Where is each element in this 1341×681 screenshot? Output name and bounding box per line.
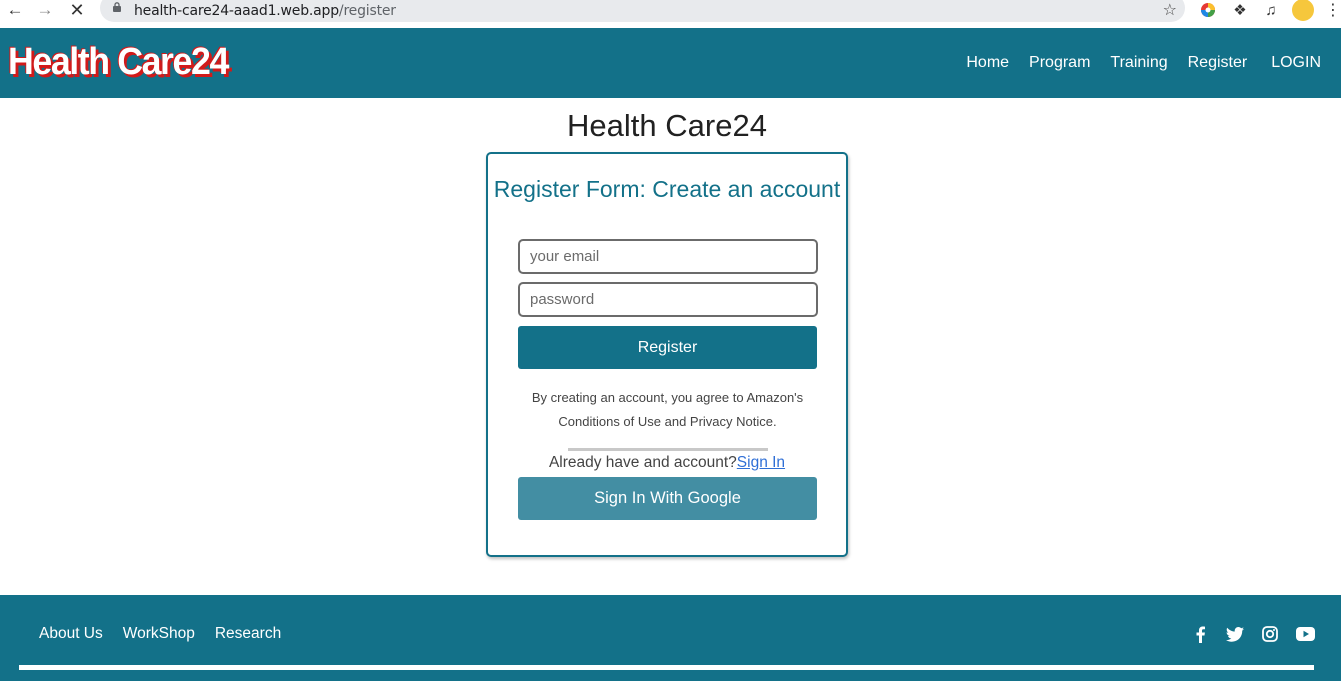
social-links <box>1176 623 1316 645</box>
youtube-icon[interactable] <box>1294 623 1316 645</box>
back-arrow-icon[interactable]: ← <box>5 0 25 20</box>
facebook-icon[interactable] <box>1189 623 1211 645</box>
url-text: health-care24-aaad1.web.app/register <box>134 3 396 19</box>
bookmark-star-icon[interactable]: ☆ <box>1163 0 1177 20</box>
register-button[interactable]: Register <box>518 326 817 369</box>
nav-program[interactable]: Program <box>1029 54 1090 72</box>
footer-link-workshop[interactable]: WorkShop <box>123 625 195 643</box>
form-title: Register Form: Create an account <box>493 176 841 202</box>
lock-icon <box>113 2 121 12</box>
nav-home[interactable]: Home <box>966 54 1009 72</box>
main-nav: Home Program Training Register LOGIN <box>946 28 1321 98</box>
password-field[interactable] <box>518 282 818 317</box>
site-header: Health Care24 Home Program Training Regi… <box>0 28 1341 98</box>
site-logo[interactable]: Health Care24 <box>8 41 229 84</box>
media-control-icon[interactable]: ♫ <box>1262 0 1280 20</box>
color-wheel-extension-icon[interactable] <box>1199 0 1217 20</box>
address-bar[interactable]: health-care24-aaad1.web.app/register ☆ <box>100 0 1185 22</box>
register-form-card: Register Form: Create an account Registe… <box>486 152 848 557</box>
nav-login[interactable]: LOGIN <box>1271 54 1321 72</box>
page-title: Health Care24 <box>567 108 767 143</box>
footer-link-research[interactable]: Research <box>215 625 281 643</box>
twitter-icon[interactable] <box>1224 623 1246 645</box>
footer-links: About Us WorkShop Research <box>39 625 301 643</box>
browser-toolbar: ← → ✕ health-care24-aaad1.web.app/regist… <box>0 0 1341 28</box>
stop-loading-icon[interactable]: ✕ <box>67 0 87 20</box>
already-text: Already have and account? <box>548 454 737 471</box>
forward-arrow-icon[interactable]: → <box>35 0 55 20</box>
extensions-puzzle-icon[interactable]: ❖ <box>1231 0 1249 20</box>
site-footer: About Us WorkShop Research <box>0 595 1341 681</box>
footer-divider <box>19 665 1314 670</box>
email-field[interactable] <box>518 239 818 274</box>
google-sign-in-button[interactable]: Sign In With Google <box>518 477 817 520</box>
terms-text: By creating an account, you agree to Ama… <box>531 390 804 429</box>
instagram-icon[interactable] <box>1259 623 1281 645</box>
profile-avatar[interactable] <box>1292 0 1314 21</box>
nav-training[interactable]: Training <box>1110 54 1167 72</box>
already-have-account: Already have and account?Sign In <box>488 454 846 472</box>
sign-in-link[interactable]: Sign In <box>737 454 785 471</box>
nav-register[interactable]: Register <box>1188 54 1248 72</box>
footer-link-about-us[interactable]: About Us <box>39 625 103 643</box>
browser-menu-icon[interactable]: ⋮ <box>1325 0 1341 20</box>
divider <box>568 448 768 451</box>
